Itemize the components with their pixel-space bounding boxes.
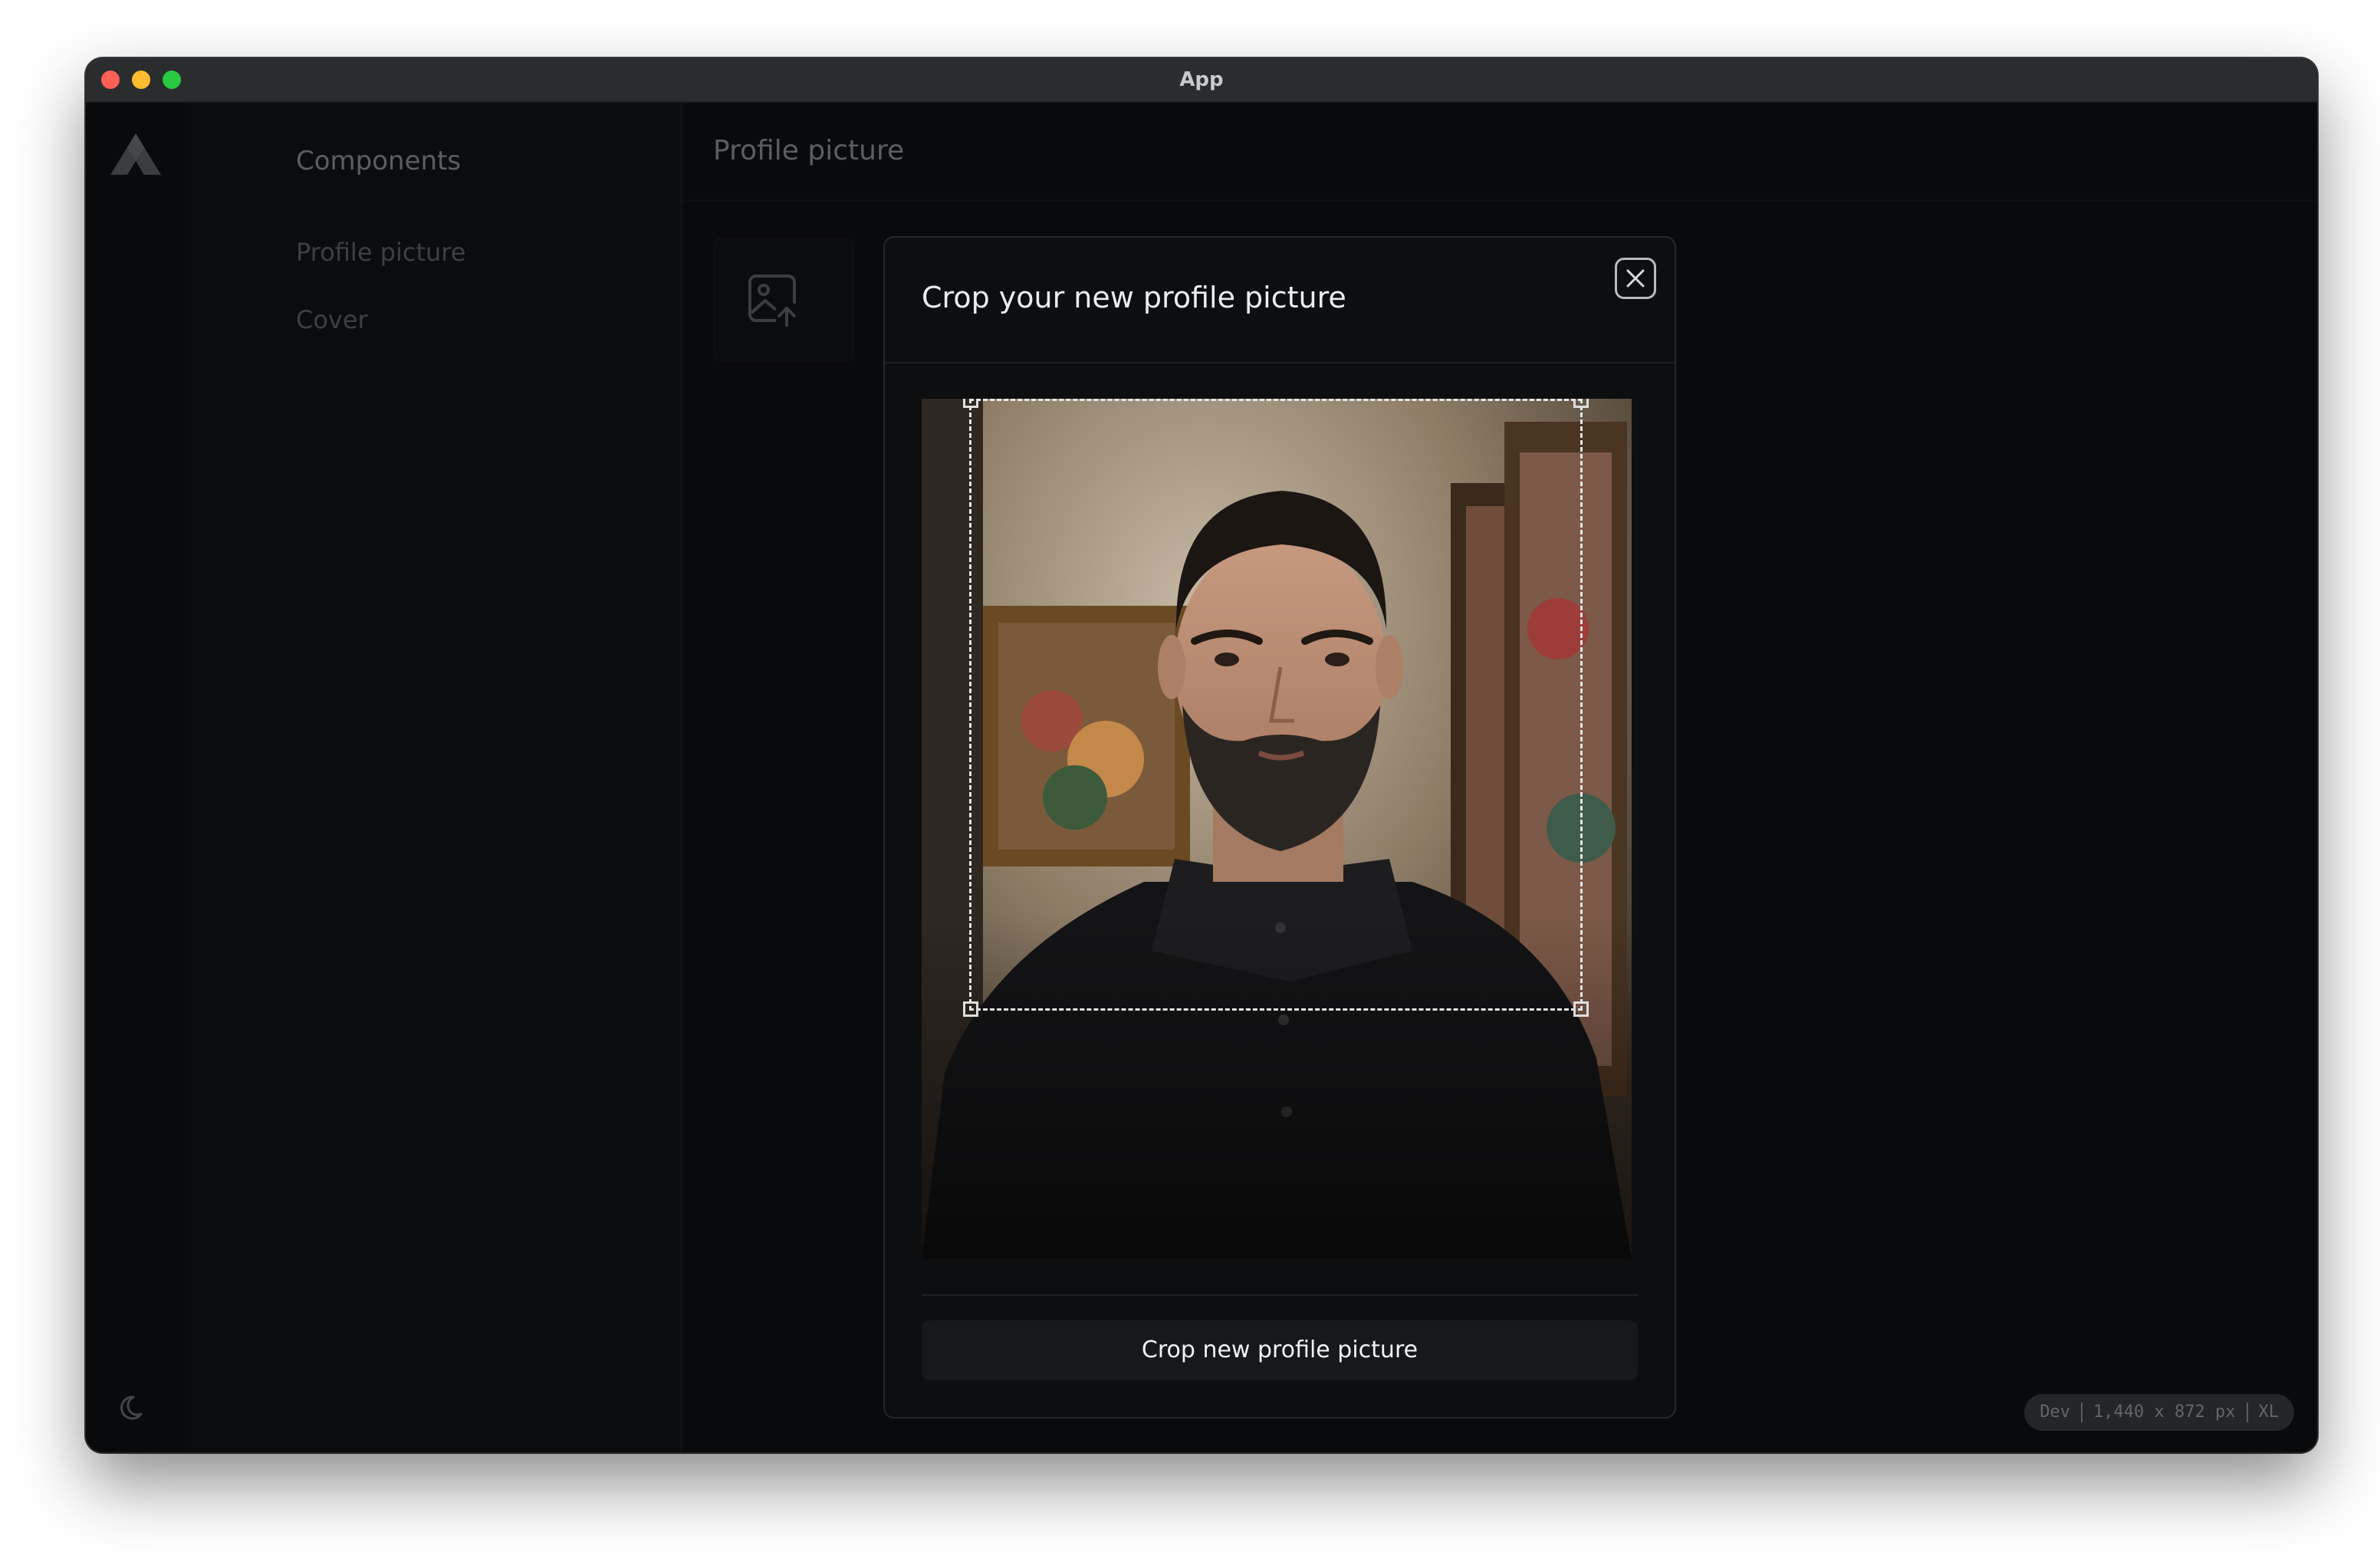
crop-handle-top-left[interactable] [963, 399, 978, 408]
title-bar: App [86, 58, 2317, 103]
window-title: App [1179, 68, 1224, 91]
crop-handle-bottom-left[interactable] [963, 1001, 978, 1017]
close-button[interactable] [1615, 258, 1656, 299]
crop-button[interactable]: Crop new profile picture [922, 1320, 1638, 1380]
modal-title: Crop your new profile picture [922, 281, 1346, 314]
app-window: App Components Profile picture Cover Pro… [86, 58, 2317, 1452]
crop-selection[interactable] [963, 399, 1589, 1017]
modal-divider [922, 1294, 1638, 1296]
crop-modal: Crop your new profile picture Crop new p… [883, 236, 1676, 1419]
crop-handle-top-right[interactable] [1573, 399, 1589, 408]
close-icon [1626, 269, 1645, 288]
modal-header: Crop your new profile picture [885, 238, 1675, 363]
crop-area[interactable] [922, 399, 1632, 1259]
crop-handle-bottom-right[interactable] [1573, 1001, 1589, 1017]
